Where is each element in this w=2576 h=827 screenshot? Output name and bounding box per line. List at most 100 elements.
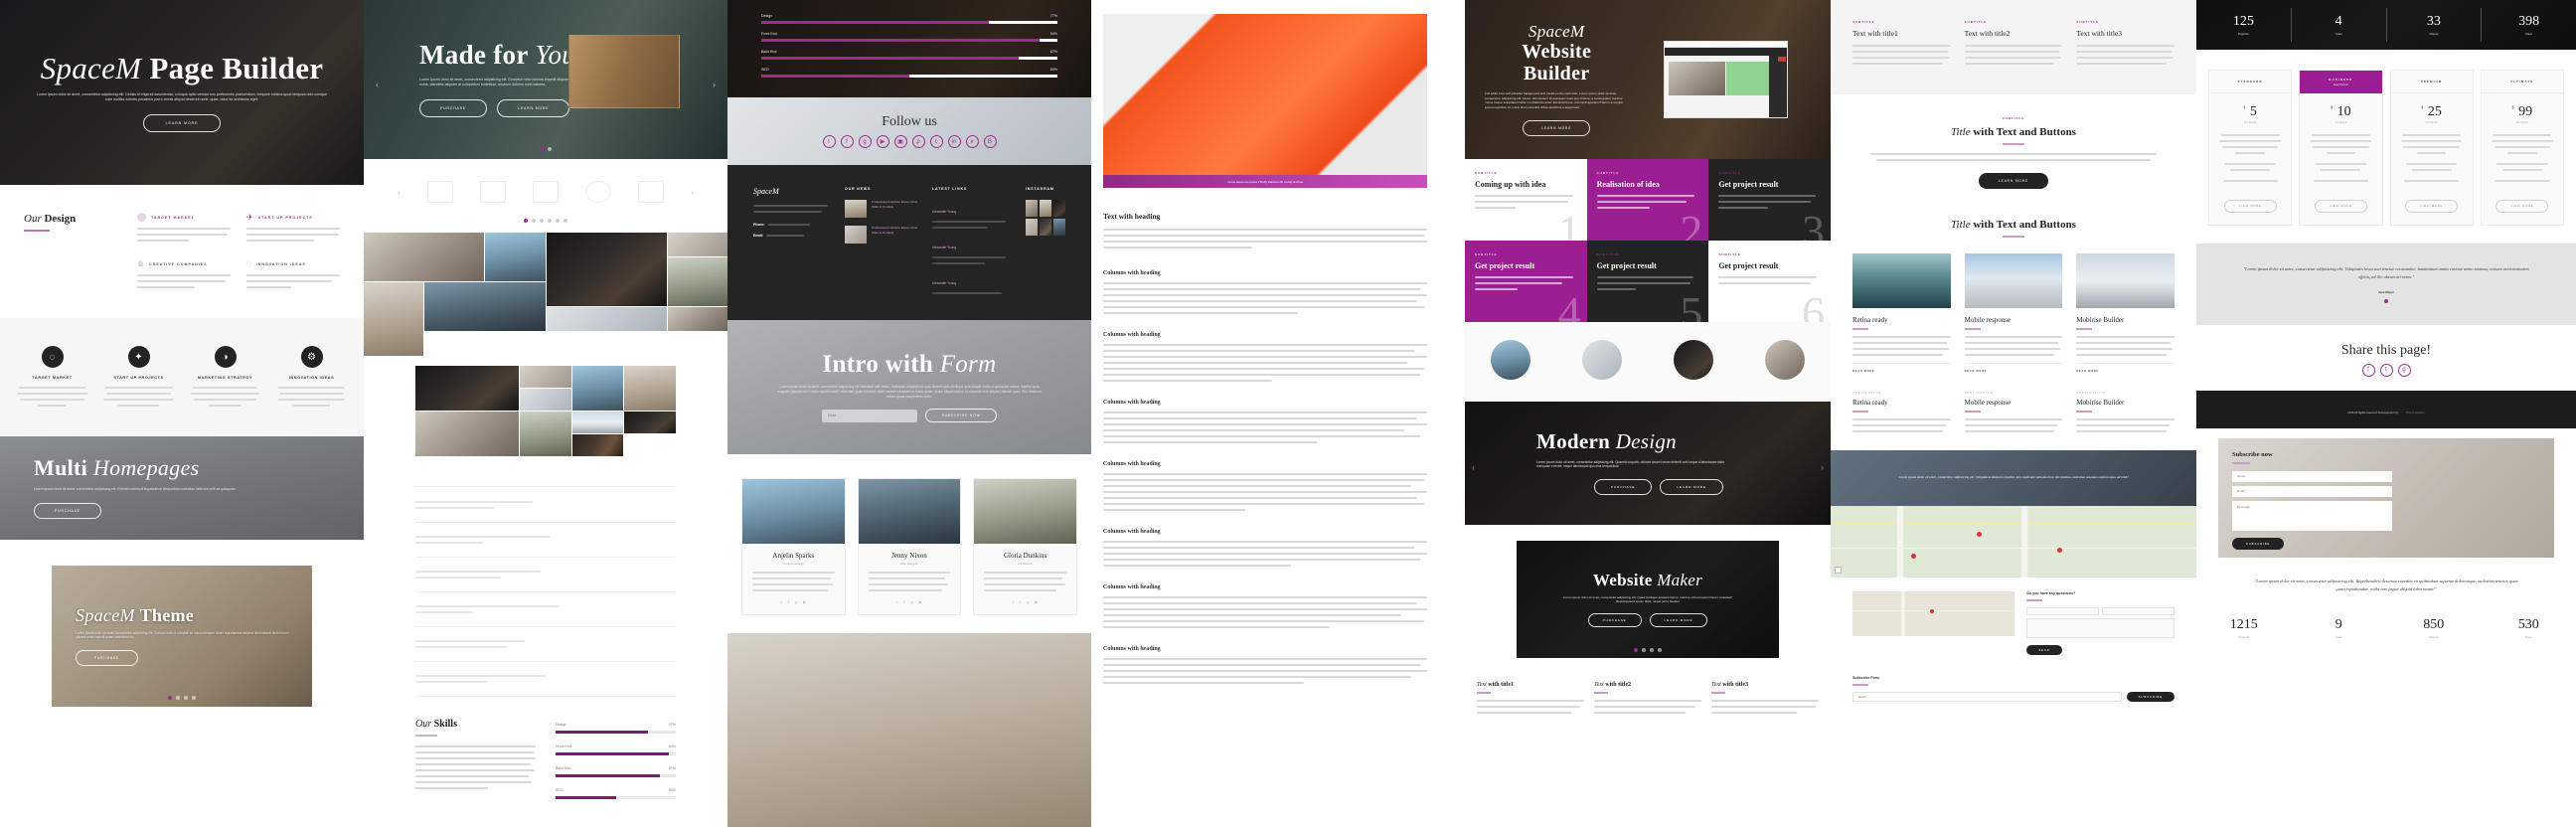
- map-zoom-control[interactable]: [1835, 567, 1842, 574]
- instagram-icon[interactable]: ▣: [893, 135, 907, 148]
- gallery-image[interactable]: [667, 307, 727, 331]
- learn-more-button[interactable]: LEARN MORE: [497, 98, 570, 117]
- subscribe-button[interactable]: SUBSCRIBE: [2232, 537, 2285, 550]
- linkedin-icon[interactable]: in: [947, 135, 961, 148]
- gallery-image[interactable]: [364, 282, 424, 356]
- team-card[interactable]: Gloria Dunkins Art Director t f g ▶: [973, 478, 1077, 615]
- news-thumb[interactable]: [845, 200, 867, 218]
- purchase-button[interactable]: PURCHASE: [34, 502, 102, 519]
- google-plus-icon[interactable]: g: [1027, 599, 1029, 604]
- twitter-icon[interactable]: t: [2379, 363, 2393, 377]
- news-thumb[interactable]: [845, 226, 867, 244]
- gallery-image[interactable]: [520, 412, 571, 456]
- send-button[interactable]: SEND: [2026, 645, 2062, 655]
- map-pin[interactable]: [1910, 553, 1916, 559]
- numbered-cell[interactable]: SUBTITLE Get project result 6: [1708, 241, 1831, 322]
- numbered-cell[interactable]: SUBTITLE Get project result 5: [1586, 241, 1709, 322]
- twitter-icon[interactable]: t: [781, 599, 782, 604]
- behance-icon[interactable]: B: [983, 135, 997, 148]
- carousel-prev-icon[interactable]: ‹: [376, 80, 379, 89]
- email-input[interactable]: [2232, 485, 2393, 497]
- hero-page-builder[interactable]: SpaceM Page Builder Lorem ipsum dolor si…: [0, 0, 364, 185]
- message-textarea[interactable]: [2232, 500, 2393, 531]
- youtube-icon[interactable]: ▶: [1035, 599, 1038, 604]
- subscribe-email-input[interactable]: [1852, 692, 2122, 702]
- vimeo-icon[interactable]: v: [965, 135, 979, 148]
- view-more-button[interactable]: VIEW MORE: [2223, 200, 2277, 213]
- gallery-mosaic-2[interactable]: [415, 366, 676, 456]
- footer-link[interactable]: Alexander Young: [932, 281, 956, 285]
- hero-spacem-theme[interactable]: SpaceM Theme Lorem ipsum dolor sit amet,…: [52, 566, 312, 707]
- facebook-icon[interactable]: f: [2361, 363, 2375, 377]
- instagram-thumb[interactable]: [1053, 200, 1065, 217]
- learn-more-button[interactable]: LEARN MORE: [1649, 612, 1708, 627]
- carousel-dots[interactable]: [364, 147, 727, 151]
- hand-icon[interactable]: [1765, 340, 1805, 380]
- hero-website-maker[interactable]: Website Maker Lorem ipsum dolor sit amet…: [1517, 541, 1779, 658]
- list-item[interactable]: [415, 571, 676, 579]
- hero-intro-with-form[interactable]: Intro with Form Lorem ipsum dolor sit am…: [727, 320, 1091, 454]
- footer-link[interactable]: Alexander Young: [932, 246, 956, 249]
- gallery-image[interactable]: [667, 233, 727, 256]
- copyright-link[interactable]: Theme Experts: [2406, 411, 2425, 414]
- gallery-image[interactable]: [520, 389, 571, 411]
- facebook-icon[interactable]: f: [1020, 599, 1021, 604]
- gallery-image[interactable]: [571, 434, 624, 456]
- carousel-prev-icon[interactable]: ‹: [398, 188, 401, 197]
- gallery-image[interactable]: [571, 412, 624, 433]
- gallery-image[interactable]: [415, 366, 520, 411]
- youtube-icon[interactable]: ▶: [919, 599, 922, 604]
- carousel-prev-icon[interactable]: ‹: [1472, 463, 1475, 472]
- facebook-icon[interactable]: f: [903, 599, 904, 604]
- map-small[interactable]: [1852, 591, 2015, 636]
- gallery-image[interactable]: [424, 282, 546, 331]
- list-item[interactable]: [415, 675, 676, 683]
- twitter-icon[interactable]: t: [822, 135, 836, 148]
- hero-modern-design[interactable]: Modern Design Lorem ipsum dolor sit amet…: [1465, 402, 1831, 525]
- carousel-next-icon[interactable]: ›: [691, 188, 694, 197]
- hero-website-builder[interactable]: SpaceM Website Builder Full width intro …: [1465, 0, 1831, 159]
- purchase-button[interactable]: PURCHASE: [76, 649, 138, 666]
- email-input[interactable]: [2102, 607, 2174, 615]
- news-title[interactable]: Professional Interface Expert Chat Mille…: [872, 200, 918, 209]
- social-links[interactable]: t f g ▶ ▣ p t in v B: [822, 135, 997, 148]
- facebook-icon[interactable]: f: [788, 599, 789, 604]
- pinterest-icon[interactable]: p: [911, 135, 925, 148]
- image-card[interactable]: Retina ready READ MORE: [1852, 253, 1951, 373]
- twitter-icon[interactable]: t: [896, 599, 897, 604]
- name-input[interactable]: [2232, 470, 2393, 482]
- twitter-icon[interactable]: t: [1013, 599, 1014, 604]
- people-icon[interactable]: [1674, 340, 1713, 380]
- message-textarea[interactable]: [2026, 618, 2174, 638]
- pricing-plan[interactable]: ULTIMATE $ 99 Per Month VIEW MORE: [2480, 70, 2564, 226]
- chat-icon[interactable]: [1582, 340, 1622, 380]
- view-more-button[interactable]: VIEW MORE: [2314, 200, 2367, 213]
- purchase-button[interactable]: PURCHASE: [1587, 612, 1642, 627]
- instagram-thumb[interactable]: [1026, 219, 1038, 236]
- news-title[interactable]: Professional Interface Expert Chat Mille…: [872, 226, 918, 235]
- email-input[interactable]: [821, 409, 917, 422]
- instagram-thumb[interactable]: [1040, 219, 1051, 236]
- instagram-thumb[interactable]: [1026, 200, 1038, 217]
- instagram-thumb[interactable]: [1053, 219, 1065, 236]
- list-item[interactable]: [415, 501, 676, 509]
- gallery-image[interactable]: [571, 366, 624, 411]
- gallery-mosaic-1[interactable]: [364, 233, 727, 356]
- name-input[interactable]: [2026, 607, 2100, 615]
- hero-made-for-you[interactable]: Made for You Lorem ipsum dolor sit amet,…: [364, 0, 727, 159]
- gallery-image[interactable]: [546, 233, 667, 306]
- subscribe-button[interactable]: SUBSCRIBE: [2126, 692, 2174, 702]
- youtube-icon[interactable]: ▶: [876, 135, 889, 148]
- image-card[interactable]: Mobile response READ MORE: [1964, 253, 2063, 373]
- read-more-link[interactable]: READ MORE: [2076, 369, 2174, 373]
- gallery-image[interactable]: [667, 257, 727, 306]
- logo-carousel-dots[interactable]: [364, 219, 727, 233]
- device-icon[interactable]: [1491, 340, 1530, 380]
- instagram-thumb[interactable]: [1040, 200, 1051, 217]
- photo-interior[interactable]: [727, 633, 1091, 827]
- google-plus-icon[interactable]: g: [795, 599, 797, 604]
- purchase-button[interactable]: PURCHASE: [419, 98, 488, 117]
- numbered-cell[interactable]: SUBTITLE Get project result 3: [1708, 159, 1831, 241]
- team-card[interactable]: Anjelin Sparks Project manager t f g ▶: [741, 478, 846, 615]
- google-plus-icon[interactable]: g: [858, 135, 872, 148]
